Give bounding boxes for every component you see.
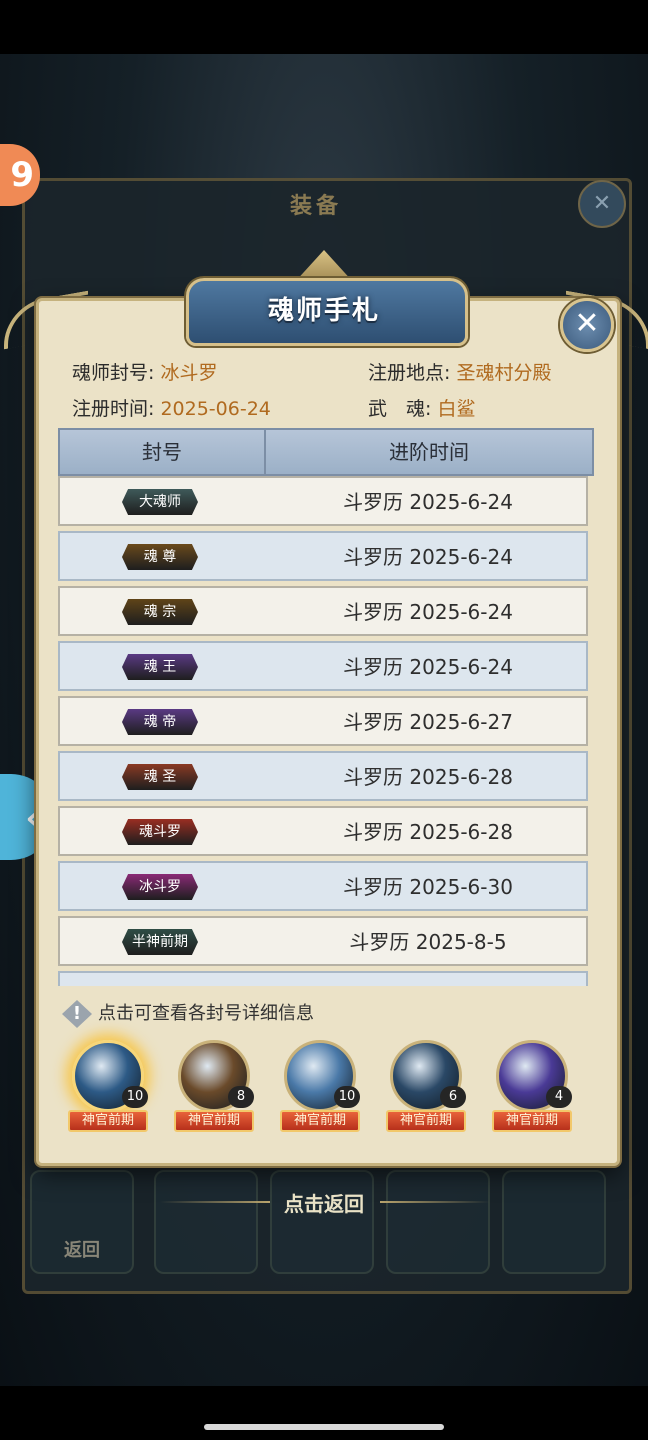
title-table-body[interactable]: 大魂师 斗罗历 2025-6-24 魂 尊 斗罗历 2025-6-24 魂 宗 … (58, 476, 592, 986)
info-time-field: 注册时间: 2025-06-24 (72, 394, 271, 421)
advance-date: 斗罗历 2025-8-5 (349, 930, 507, 954)
header-time-column: 进阶时间 (389, 440, 469, 464)
info-spirit-label: 武 魂: (368, 398, 432, 420)
table-row-partial[interactable] (58, 971, 588, 986)
table-row[interactable]: 魂 帝 斗罗历 2025-6-27 (58, 696, 588, 746)
advance-date: 斗罗历 2025-6-30 (343, 875, 513, 899)
rank-badge: 魂斗罗 (122, 819, 198, 845)
avatar-rank-tag: 神官前期 (68, 1110, 148, 1132)
navigation-bar (0, 1386, 648, 1440)
home-indicator[interactable] (204, 1424, 444, 1430)
advance-date: 斗罗历 2025-6-24 (343, 655, 513, 679)
modal-title: 魂师手札 (267, 296, 380, 326)
rank-badge: 魂 帝 (122, 709, 198, 735)
avatar-count: 10 (334, 1086, 360, 1108)
rank-badge: 冰斗罗 (122, 874, 198, 900)
table-row[interactable]: 魂 尊 斗罗历 2025-6-24 (58, 531, 588, 581)
table-row[interactable]: 大魂师 斗罗历 2025-6-24 (58, 476, 588, 526)
hint-text: 点击可查看各封号详细信息 (98, 1003, 314, 1024)
advance-date: 斗罗历 2025-6-24 (343, 545, 513, 569)
info-location-field: 注册地点: 圣魂村分殿 (368, 358, 551, 385)
rank-badge: 半神前期 (122, 929, 198, 955)
info-spirit-field: 武 魂: 白鲨 (368, 394, 475, 421)
table-row[interactable]: 魂 王 斗罗历 2025-6-24 (58, 641, 588, 691)
table-row[interactable]: 魂斗罗 斗罗历 2025-6-28 (58, 806, 588, 856)
rank-badge: 魂 王 (122, 654, 198, 680)
close-icon: ✕ (574, 306, 600, 341)
rank-badge: 魂 尊 (122, 544, 198, 570)
info-time-value: 2025-06-24 (160, 398, 271, 420)
avatar-count: 6 (440, 1086, 466, 1108)
advance-date: 斗罗历 2025-6-24 (343, 600, 513, 624)
table-row[interactable]: 冰斗罗 斗罗历 2025-6-30 (58, 861, 588, 911)
spirit-avatar-5[interactable]: 4 神官前期 (492, 1040, 572, 1132)
header-title-column: 封号 (60, 430, 266, 474)
spirit-avatar-3[interactable]: 10 神官前期 (280, 1040, 360, 1132)
background-slot (270, 1170, 374, 1274)
advance-date: 斗罗历 2025-6-27 (343, 710, 513, 734)
background-back-button: 返回 (30, 1170, 134, 1274)
background-close-icon: ✕ (578, 180, 626, 228)
rank-badge: 大魂师 (122, 489, 198, 515)
equipment-panel-title: 装备 (290, 194, 343, 219)
spirit-avatar-1[interactable]: 10 神官前期 (68, 1040, 148, 1132)
close-button[interactable]: ✕ (560, 298, 614, 352)
advance-date: 斗罗历 2025-6-28 (343, 765, 513, 789)
info-time-label: 注册时间: (72, 398, 155, 420)
background-slot (386, 1170, 490, 1274)
info-title-field: 魂师封号: 冰斗罗 (72, 358, 217, 385)
rank-badge: 魂 圣 (122, 764, 198, 790)
background-slot (502, 1170, 606, 1274)
info-location-label: 注册地点: (368, 362, 451, 384)
spirit-avatar-2[interactable]: 8 神官前期 (174, 1040, 254, 1132)
avatar-rank-tag: 神官前期 (386, 1110, 466, 1132)
background-slot (154, 1170, 258, 1274)
table-row[interactable]: 魂 圣 斗罗历 2025-6-28 (58, 751, 588, 801)
tap-return-button[interactable]: 点击返回 (0, 1188, 648, 1217)
avatar-count: 4 (546, 1086, 572, 1108)
table-header: 封号 进阶时间 (58, 428, 594, 476)
info-title-label: 魂师封号: (72, 362, 155, 384)
avatar-count: 8 (228, 1086, 254, 1108)
avatar-rank-tag: 神官前期 (280, 1110, 360, 1132)
info-spirit-value: 白鲨 (437, 398, 476, 420)
spirit-avatar-4[interactable]: 6 神官前期 (386, 1040, 466, 1132)
table-row[interactable]: 魂 宗 斗罗历 2025-6-24 (58, 586, 588, 636)
avatar-rank-tag: 神官前期 (492, 1110, 572, 1132)
info-location-value: 圣魂村分殿 (456, 362, 552, 384)
rank-badge: 魂 宗 (122, 599, 198, 625)
avatar-rank-tag: 神官前期 (174, 1110, 254, 1132)
table-row[interactable]: 半神前期 斗罗历 2025-8-5 (58, 916, 588, 966)
info-title-value: 冰斗罗 (160, 362, 218, 384)
advance-date: 斗罗历 2025-6-28 (343, 820, 513, 844)
avatar-count: 10 (122, 1086, 148, 1108)
advance-date: 斗罗历 2025-6-24 (343, 490, 513, 514)
background-bottom-row: 返回 (30, 1160, 620, 1280)
status-bar (0, 0, 648, 54)
